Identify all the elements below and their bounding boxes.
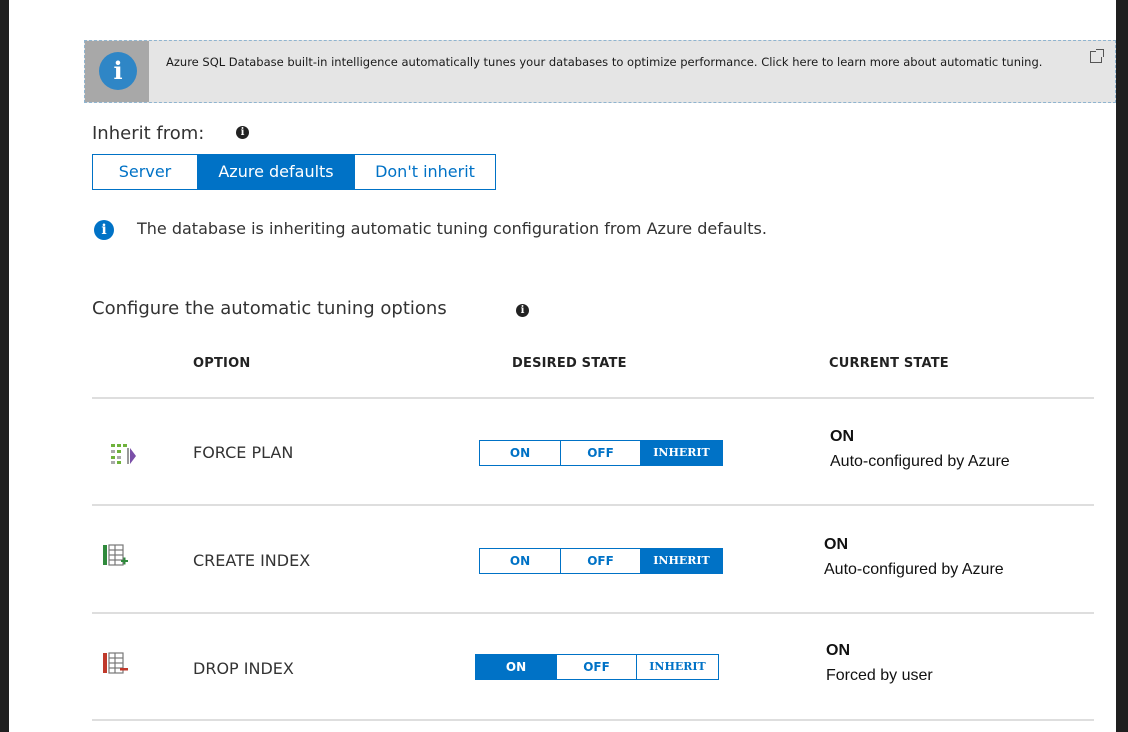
info-icon: i — [99, 52, 137, 90]
drop-index-inherit-button[interactable]: INHERIT — [636, 655, 718, 679]
inherit-notice-text: The database is inheriting automatic tun… — [137, 219, 767, 238]
force-plan-icon — [111, 444, 136, 464]
drop-index-current-state-detail: Forced by user — [826, 667, 933, 684]
option-name-force-plan: FORCE PLAN — [193, 443, 294, 462]
banner-text[interactable]: Azure SQL Database built-in intelligence… — [166, 54, 1076, 71]
inherit-from-label: Inherit from: — [92, 123, 205, 144]
drop-index-icon — [103, 652, 128, 674]
option-name-drop-index: DROP INDEX — [193, 659, 294, 678]
force-plan-current-state-value: ON — [830, 428, 854, 445]
drop-index-off-button[interactable]: OFF — [556, 655, 636, 679]
create-index-current-state-value: ON — [824, 536, 848, 553]
option-name-create-index: CREATE INDEX — [193, 551, 311, 570]
banner-icon-box: i — [85, 41, 149, 102]
force-plan-current-state-detail: Auto-configured by Azure — [830, 453, 1010, 470]
row-divider — [92, 504, 1094, 506]
create-index-inherit-button[interactable]: INHERIT — [640, 549, 722, 573]
window-edge-right — [1116, 0, 1128, 732]
create-index-on-button[interactable]: ON — [480, 549, 560, 573]
window-edge-left — [0, 0, 9, 732]
create-index-off-button[interactable]: OFF — [560, 549, 640, 573]
force-plan-desired-state-toggle: ON OFF INHERIT — [479, 440, 723, 466]
row-divider — [92, 612, 1094, 614]
inherit-segmented-control: Server Azure defaults Don't inherit — [92, 154, 496, 190]
force-plan-on-button[interactable]: ON — [480, 441, 560, 465]
drop-index-current-state-value: ON — [826, 642, 850, 659]
configure-options-label: Configure the automatic tuning options — [92, 298, 447, 319]
column-header-option: OPTION — [193, 356, 251, 371]
force-plan-inherit-button[interactable]: INHERIT — [640, 441, 722, 465]
create-index-icon — [103, 544, 128, 566]
force-plan-off-button[interactable]: OFF — [560, 441, 640, 465]
create-index-current-state-detail: Auto-configured by Azure — [824, 561, 1004, 578]
inherit-dont-inherit-button[interactable]: Don't inherit — [354, 155, 495, 189]
notice-info-icon: i — [94, 220, 114, 240]
inherit-info-icon[interactable]: i — [236, 126, 249, 139]
column-header-desired-state: DESIRED STATE — [512, 356, 627, 371]
inherit-server-button[interactable]: Server — [93, 155, 197, 189]
inherit-azure-defaults-button[interactable]: Azure defaults — [197, 155, 354, 189]
column-header-current-state: CURRENT STATE — [829, 356, 949, 371]
configure-info-icon[interactable]: i — [516, 304, 529, 317]
external-link-icon[interactable] — [1090, 49, 1104, 63]
row-divider — [92, 719, 1094, 721]
drop-index-on-button[interactable]: ON — [476, 655, 556, 679]
create-index-desired-state-toggle: ON OFF INHERIT — [479, 548, 723, 574]
info-banner[interactable]: i Azure SQL Database built-in intelligen… — [84, 40, 1116, 103]
drop-index-desired-state-toggle: ON OFF INHERIT — [475, 654, 719, 680]
row-divider — [92, 397, 1094, 399]
